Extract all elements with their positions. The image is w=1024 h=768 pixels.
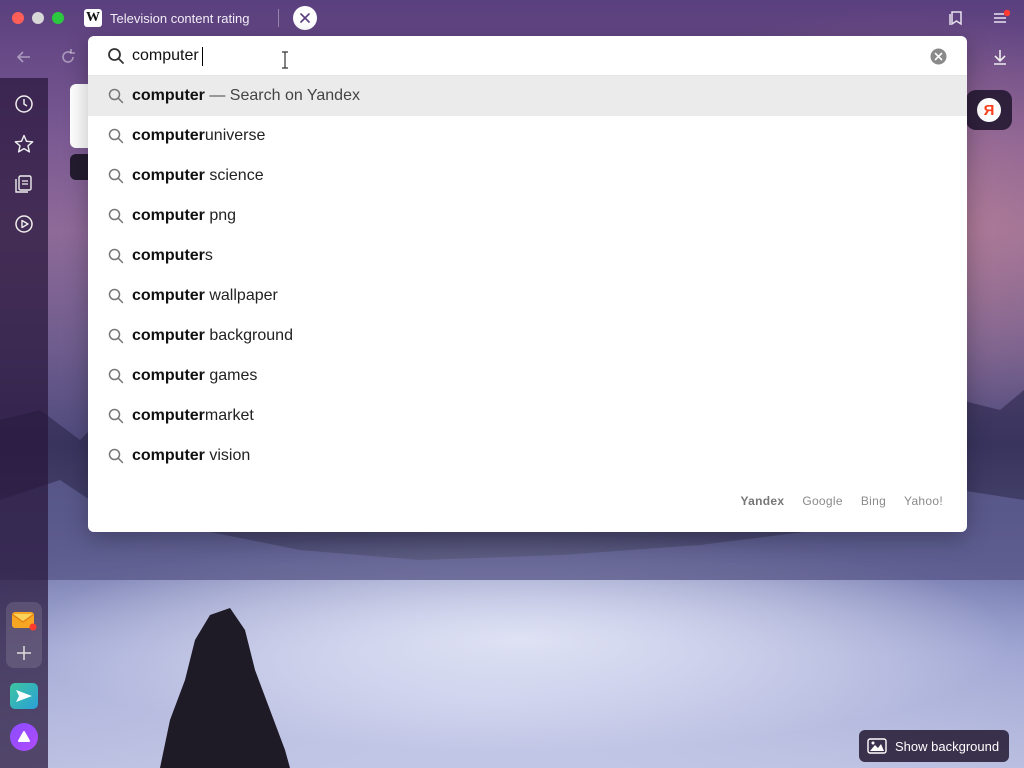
address-search-input[interactable] xyxy=(132,45,912,67)
tab-title: Television content rating xyxy=(110,10,250,26)
omnibox-dropdown: computer — Search on Yandex computeruniv… xyxy=(88,36,967,532)
suggestion-rest-text: science xyxy=(204,167,264,184)
search-icon xyxy=(108,248,124,264)
suggestion-bold-text: computer xyxy=(132,167,205,184)
suggestion-rest-text: vision xyxy=(204,447,251,464)
suggestion-bold-text: computer xyxy=(132,447,205,464)
search-icon xyxy=(108,128,124,144)
collections-toolbar-icon[interactable] xyxy=(947,9,965,27)
suggestion-bold-text: computer xyxy=(132,327,205,344)
minimize-window-button[interactable] xyxy=(32,12,44,24)
suggestion-item[interactable]: computer s xyxy=(88,236,967,276)
search-engine-switcher: Yandex Google Bing Yahoo! xyxy=(741,494,944,508)
window-controls xyxy=(12,12,64,24)
alice-icon[interactable] xyxy=(10,723,38,751)
suggestion-item[interactable]: computer science xyxy=(88,156,967,196)
download-icon[interactable] xyxy=(990,47,1010,67)
engine-yandex[interactable]: Yandex xyxy=(741,494,785,508)
history-icon[interactable] xyxy=(13,93,35,115)
suggestion-item[interactable]: computer games xyxy=(88,356,967,396)
rock-peak xyxy=(160,608,290,768)
engine-google[interactable]: Google xyxy=(802,494,843,508)
suggestion-rest-text: — Search on Yandex xyxy=(204,87,360,104)
image-icon xyxy=(867,738,887,754)
suggestion-bold-text: computer xyxy=(132,207,205,224)
suggestion-rest-text: universe xyxy=(204,127,266,144)
search-icon xyxy=(108,48,124,64)
video-play-icon[interactable] xyxy=(13,213,35,235)
suggestion-bold-text: computer xyxy=(132,87,205,104)
suggestion-item[interactable]: computer wallpaper xyxy=(88,276,967,316)
suggestion-item[interactable]: computer market xyxy=(88,396,967,436)
close-window-button[interactable] xyxy=(12,12,24,24)
show-background-button[interactable]: Show background xyxy=(859,730,1009,762)
clear-input-icon[interactable] xyxy=(930,48,947,65)
suggestion-rest-text: market xyxy=(204,407,254,424)
back-arrow-icon[interactable] xyxy=(14,47,34,67)
suggestion-item[interactable]: computer — Search on Yandex xyxy=(88,76,967,116)
suggestion-rest-text: wallpaper xyxy=(204,287,278,304)
wikipedia-favicon-icon: W xyxy=(84,9,102,27)
messenger-icon[interactable] xyxy=(10,683,38,709)
suggestion-bold-text: computer xyxy=(132,367,205,384)
suggestion-rest-text: png xyxy=(204,207,237,224)
suggestion-bold-text: computer xyxy=(132,287,205,304)
yandex-button[interactable]: Я xyxy=(966,90,1012,130)
collections-icon[interactable] xyxy=(13,173,35,195)
search-icon xyxy=(108,368,124,384)
zoom-window-button[interactable] xyxy=(52,12,64,24)
suggestion-rest-text: s xyxy=(204,247,213,264)
suggestion-item[interactable]: computer vision xyxy=(88,436,967,476)
text-caret xyxy=(202,47,203,66)
mail-icon[interactable] xyxy=(11,608,37,632)
suggestion-item[interactable]: computer universe xyxy=(88,116,967,156)
tab-divider xyxy=(278,9,279,27)
search-icon xyxy=(108,408,124,424)
close-tab-button[interactable] xyxy=(293,6,317,30)
search-icon xyxy=(108,328,124,344)
suggestion-bold-text: computer xyxy=(132,407,205,424)
engine-bing[interactable]: Bing xyxy=(861,494,886,508)
suggestion-bold-text: computer xyxy=(132,127,205,144)
engine-yahoo[interactable]: Yahoo! xyxy=(904,494,943,508)
menu-icon[interactable] xyxy=(992,9,1010,27)
yandex-logo-icon: Я xyxy=(977,98,1001,122)
suggestion-rest-text: background xyxy=(204,327,293,344)
suggestion-item[interactable]: computer png xyxy=(88,196,967,236)
browser-tab[interactable]: W Television content rating xyxy=(84,6,274,30)
close-icon xyxy=(300,13,310,23)
omnibox-input-row xyxy=(88,36,967,76)
search-icon xyxy=(108,88,124,104)
show-background-label: Show background xyxy=(895,738,1000,754)
suggestion-item[interactable]: computer background xyxy=(88,316,967,356)
suggestion-list: computer — Search on Yandex computer univ… xyxy=(88,76,967,476)
search-icon xyxy=(108,288,124,304)
text-cursor-icon xyxy=(282,51,288,69)
reload-icon[interactable] xyxy=(58,47,78,67)
add-icon[interactable] xyxy=(14,643,34,663)
bookmarks-star-icon[interactable] xyxy=(13,133,35,155)
suggestion-bold-text: computer xyxy=(132,247,205,264)
search-icon xyxy=(108,208,124,224)
search-icon xyxy=(108,448,124,464)
suggestion-rest-text: games xyxy=(204,367,258,384)
search-icon xyxy=(108,168,124,184)
